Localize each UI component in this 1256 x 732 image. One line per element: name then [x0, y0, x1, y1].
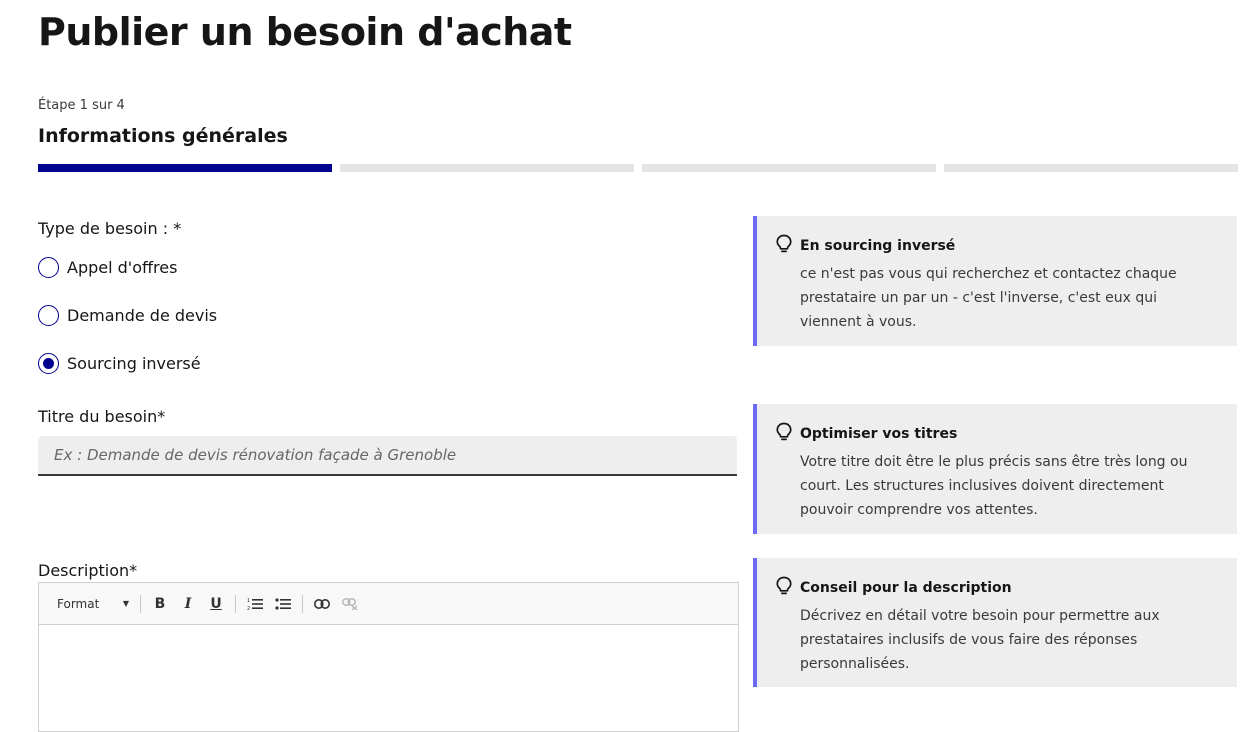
tip-title: En sourcing inversé [800, 238, 956, 254]
stepper-segment-3 [642, 164, 936, 172]
editor-content-area[interactable] [39, 625, 738, 731]
radio-label[interactable]: Demande de devis [67, 306, 217, 325]
step-count: Étape 1 sur 4 [38, 98, 125, 113]
page-title: Publier un besoin d'achat [38, 10, 572, 54]
radio-appel-doffres[interactable]: Appel d'offres [38, 257, 177, 278]
caret-down-icon: ▼ [122, 599, 129, 608]
step-title: Informations générales [38, 125, 288, 147]
underline-icon[interactable]: U [204, 592, 228, 616]
radio-circle-selected[interactable] [38, 353, 59, 374]
tip-text: Décrivez en détail votre besoin pour per… [800, 608, 1160, 672]
toolbar-separator [302, 594, 303, 613]
tip-title: Optimiser vos titres [800, 426, 958, 442]
format-label: Format [57, 596, 100, 611]
radio-demande-de-devis[interactable]: Demande de devis [38, 305, 217, 326]
lightbulb-icon [775, 234, 793, 258]
radio-circle[interactable] [38, 305, 59, 326]
format-dropdown[interactable]: Format ▼ [49, 592, 133, 616]
stepper-segment-4 [944, 164, 1238, 172]
italic-icon[interactable]: I [176, 592, 200, 616]
lightbulb-icon [775, 576, 793, 600]
tip-header: En sourcing inversé [775, 234, 1217, 258]
stepper-segment-2 [340, 164, 634, 172]
radio-circle[interactable] [38, 257, 59, 278]
stepper-progress [38, 164, 1238, 172]
type-label: Type de besoin : * [38, 219, 182, 238]
title-label: Titre du besoin* [38, 407, 166, 426]
unlink-icon[interactable] [338, 592, 362, 616]
tip-header: Conseil pour la description [775, 576, 1217, 600]
radio-label[interactable]: Appel d'offres [67, 258, 177, 277]
tip-text: Votre titre doit être le plus précis san… [800, 454, 1188, 518]
bold-icon[interactable]: B [148, 592, 172, 616]
numbered-list-icon[interactable]: 1 2 [243, 592, 267, 616]
tip-header: Optimiser vos titres [775, 422, 1217, 446]
editor-toolbar: Format ▼ B I U 1 2 [39, 583, 738, 625]
lightbulb-icon [775, 422, 793, 446]
svg-text:2: 2 [247, 606, 250, 611]
bulleted-list-icon[interactable] [271, 592, 295, 616]
tip-sourcing: En sourcing inversé ce n'est pas vous qu… [753, 216, 1237, 346]
tip-text: ce n'est pas vous qui recherchez et cont… [800, 266, 1177, 330]
description-label: Description* [38, 561, 138, 580]
svg-text:1: 1 [247, 598, 250, 604]
radio-label[interactable]: Sourcing inversé [67, 354, 201, 373]
toolbar-separator [235, 594, 236, 613]
title-input[interactable] [38, 436, 737, 476]
tip-titles: Optimiser vos titres Votre titre doit êt… [753, 404, 1237, 534]
stepper-segment-1 [38, 164, 332, 172]
radio-sourcing-inverse[interactable]: Sourcing inversé [38, 353, 201, 374]
link-icon[interactable] [310, 592, 334, 616]
toolbar-separator [140, 594, 141, 613]
tip-title: Conseil pour la description [800, 580, 1012, 596]
radio-dot [43, 358, 54, 369]
tip-description: Conseil pour la description Décrivez en … [753, 558, 1237, 687]
description-editor: Format ▼ B I U 1 2 [38, 582, 739, 732]
